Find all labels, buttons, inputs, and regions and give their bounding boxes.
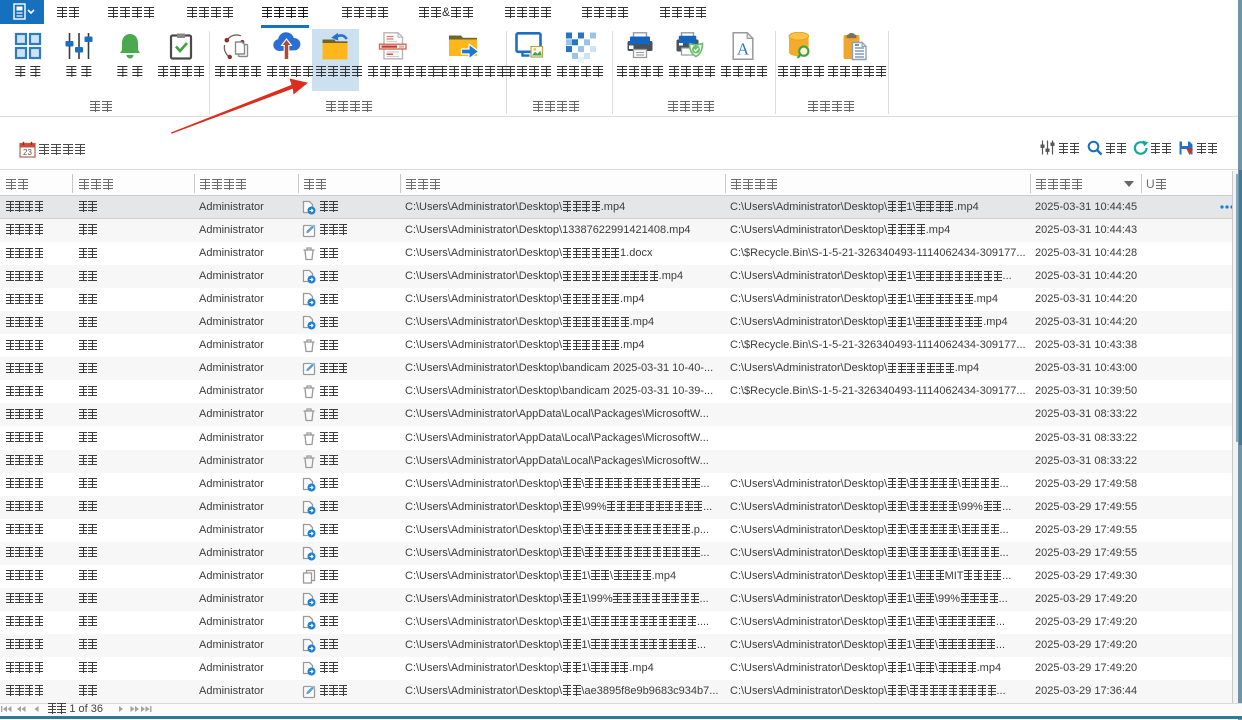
svg-text:A: A [737, 40, 750, 59]
svg-text:23: 23 [23, 148, 32, 157]
